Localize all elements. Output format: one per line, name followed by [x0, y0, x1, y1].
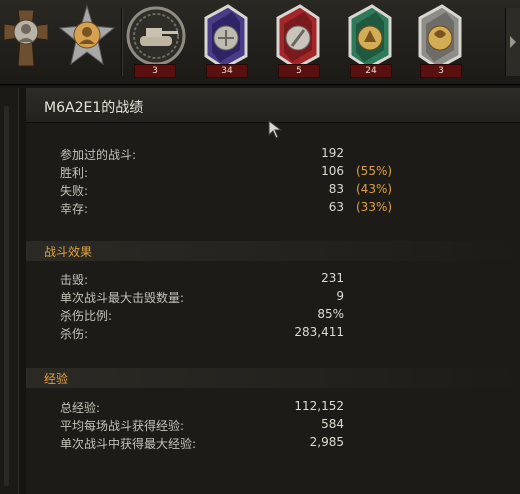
- medal-count: 24: [350, 64, 392, 78]
- stat-row: 参加过的战斗: 192: [26, 145, 520, 163]
- stat-label: 参加过的战斗:: [60, 148, 137, 162]
- vertical-scrollbar[interactable]: [4, 106, 9, 486]
- stat-label: 单次战斗最大击毁数量:: [60, 291, 185, 305]
- scroll-right-button[interactable]: [505, 8, 520, 76]
- chevron-right-icon: [510, 36, 516, 48]
- section-header-experience: 经验: [26, 368, 520, 388]
- medal-count: 5: [278, 64, 320, 78]
- stat-row: 胜利: 106 (55%): [26, 163, 520, 181]
- stat-row: 杀伤比例: 85%: [26, 306, 520, 324]
- section-header-effect: 战斗效果: [26, 241, 520, 261]
- stat-label: 失败:: [60, 184, 89, 198]
- stats-panel: M6A2E1的战绩 参加过的战斗: 192 胜利: 106 (55%) 失败: …: [26, 88, 520, 494]
- stat-row: 失败: 83 (43%): [26, 181, 520, 199]
- stat-percent: (33%): [356, 200, 393, 214]
- panel-title: M6A2E1的战绩: [44, 100, 144, 116]
- stat-label: 平均每场战斗获得经验:: [60, 419, 185, 433]
- stat-value: 192: [321, 146, 344, 160]
- stat-row: 单次战斗最大击毁数量: 9: [26, 288, 520, 306]
- stat-label: 幸存:: [60, 202, 89, 216]
- stat-value: 584: [321, 417, 344, 431]
- stat-row: 杀伤: 283,411: [26, 324, 520, 342]
- stat-row: 单次战斗中获得最大经验: 2,985: [26, 434, 520, 452]
- stat-value: 83: [328, 182, 344, 196]
- medal-separator: [121, 8, 123, 76]
- stat-value: 106: [321, 164, 344, 178]
- stat-percent: (55%): [356, 164, 393, 178]
- stat-label: 杀伤:: [60, 327, 89, 341]
- stat-label: 总经验:: [60, 401, 101, 415]
- bronze-cross-medal[interactable]: [0, 4, 56, 72]
- stat-value: 2,985: [309, 435, 344, 449]
- stat-row: 总经验: 112,152: [26, 398, 520, 416]
- stat-value: 85%: [317, 307, 344, 321]
- tank-wreath-medal[interactable]: 3: [126, 4, 186, 78]
- purple-ribbon-medal[interactable]: 34: [198, 4, 254, 78]
- red-ribbon-medal[interactable]: 5: [270, 4, 326, 78]
- stat-value: 231: [321, 271, 344, 285]
- gray-ribbon-medal[interactable]: 3: [412, 4, 468, 78]
- green-ribbon-medal[interactable]: 24: [342, 4, 398, 78]
- left-gutter: [0, 88, 19, 494]
- medal-count: 3: [134, 64, 176, 78]
- stat-percent: (43%): [356, 182, 393, 196]
- panel-header: M6A2E1的战绩: [26, 88, 520, 123]
- stat-value: 283,411: [294, 325, 344, 339]
- stat-value: 63: [328, 200, 344, 214]
- medal-count: 34: [206, 64, 248, 78]
- stat-row: 幸存: 63 (33%): [26, 199, 520, 217]
- stat-row: 平均每场战斗获得经验: 584: [26, 416, 520, 434]
- stat-row: 击毁: 231: [26, 270, 520, 288]
- stat-label: 胜利:: [60, 166, 89, 180]
- stat-label: 击毁:: [60, 273, 89, 287]
- stat-label: 单次战斗中获得最大经验:: [60, 437, 197, 451]
- section-title: 战斗效果: [44, 245, 93, 259]
- star-portrait-medal[interactable]: [58, 4, 116, 72]
- stat-value: 112,152: [294, 399, 344, 413]
- stat-label: 杀伤比例:: [60, 309, 113, 323]
- section-title: 经验: [44, 372, 69, 386]
- stat-value: 9: [336, 289, 344, 303]
- medal-count: 3: [420, 64, 462, 78]
- medal-strip: 3 34 5 24 3: [0, 0, 520, 85]
